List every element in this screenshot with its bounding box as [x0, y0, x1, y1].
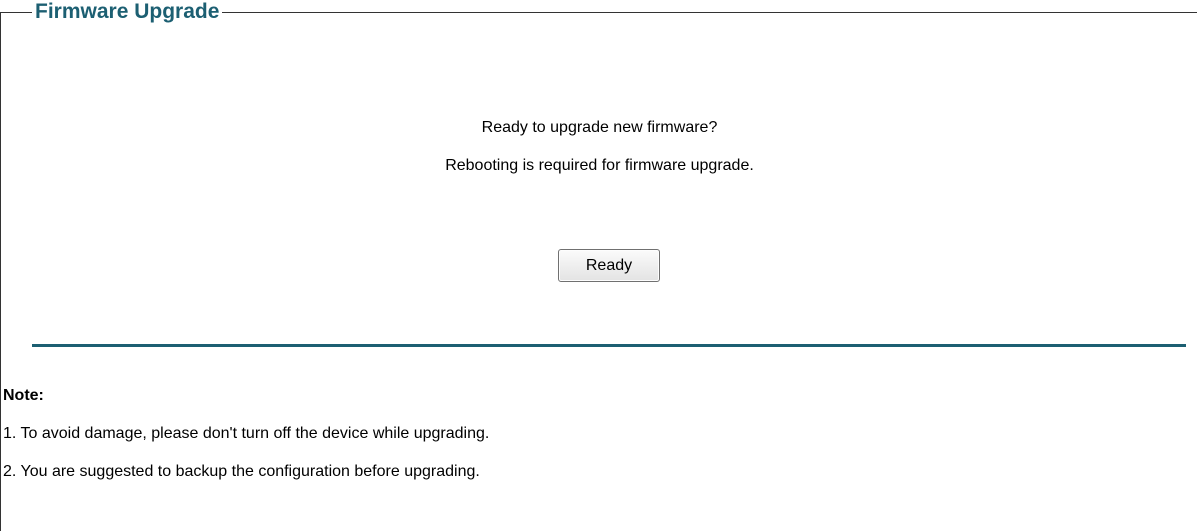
upgrade-prompt-text: Ready to upgrade new firmware?	[481, 119, 718, 136]
panel-title: Firmware Upgrade	[32, 0, 223, 25]
section-divider	[32, 344, 1186, 347]
ready-button[interactable]: Ready	[558, 249, 660, 282]
reboot-required-text: Rebooting is required for firmware upgra…	[445, 157, 754, 174]
note-item: 1. To avoid damage, please don't turn of…	[3, 425, 490, 442]
firmware-upgrade-panel: Firmware Upgrade Ready to upgrade new fi…	[0, 0, 1197, 531]
note-heading: Note:	[3, 387, 44, 404]
note-item: 2. You are suggested to backup the confi…	[3, 463, 480, 480]
